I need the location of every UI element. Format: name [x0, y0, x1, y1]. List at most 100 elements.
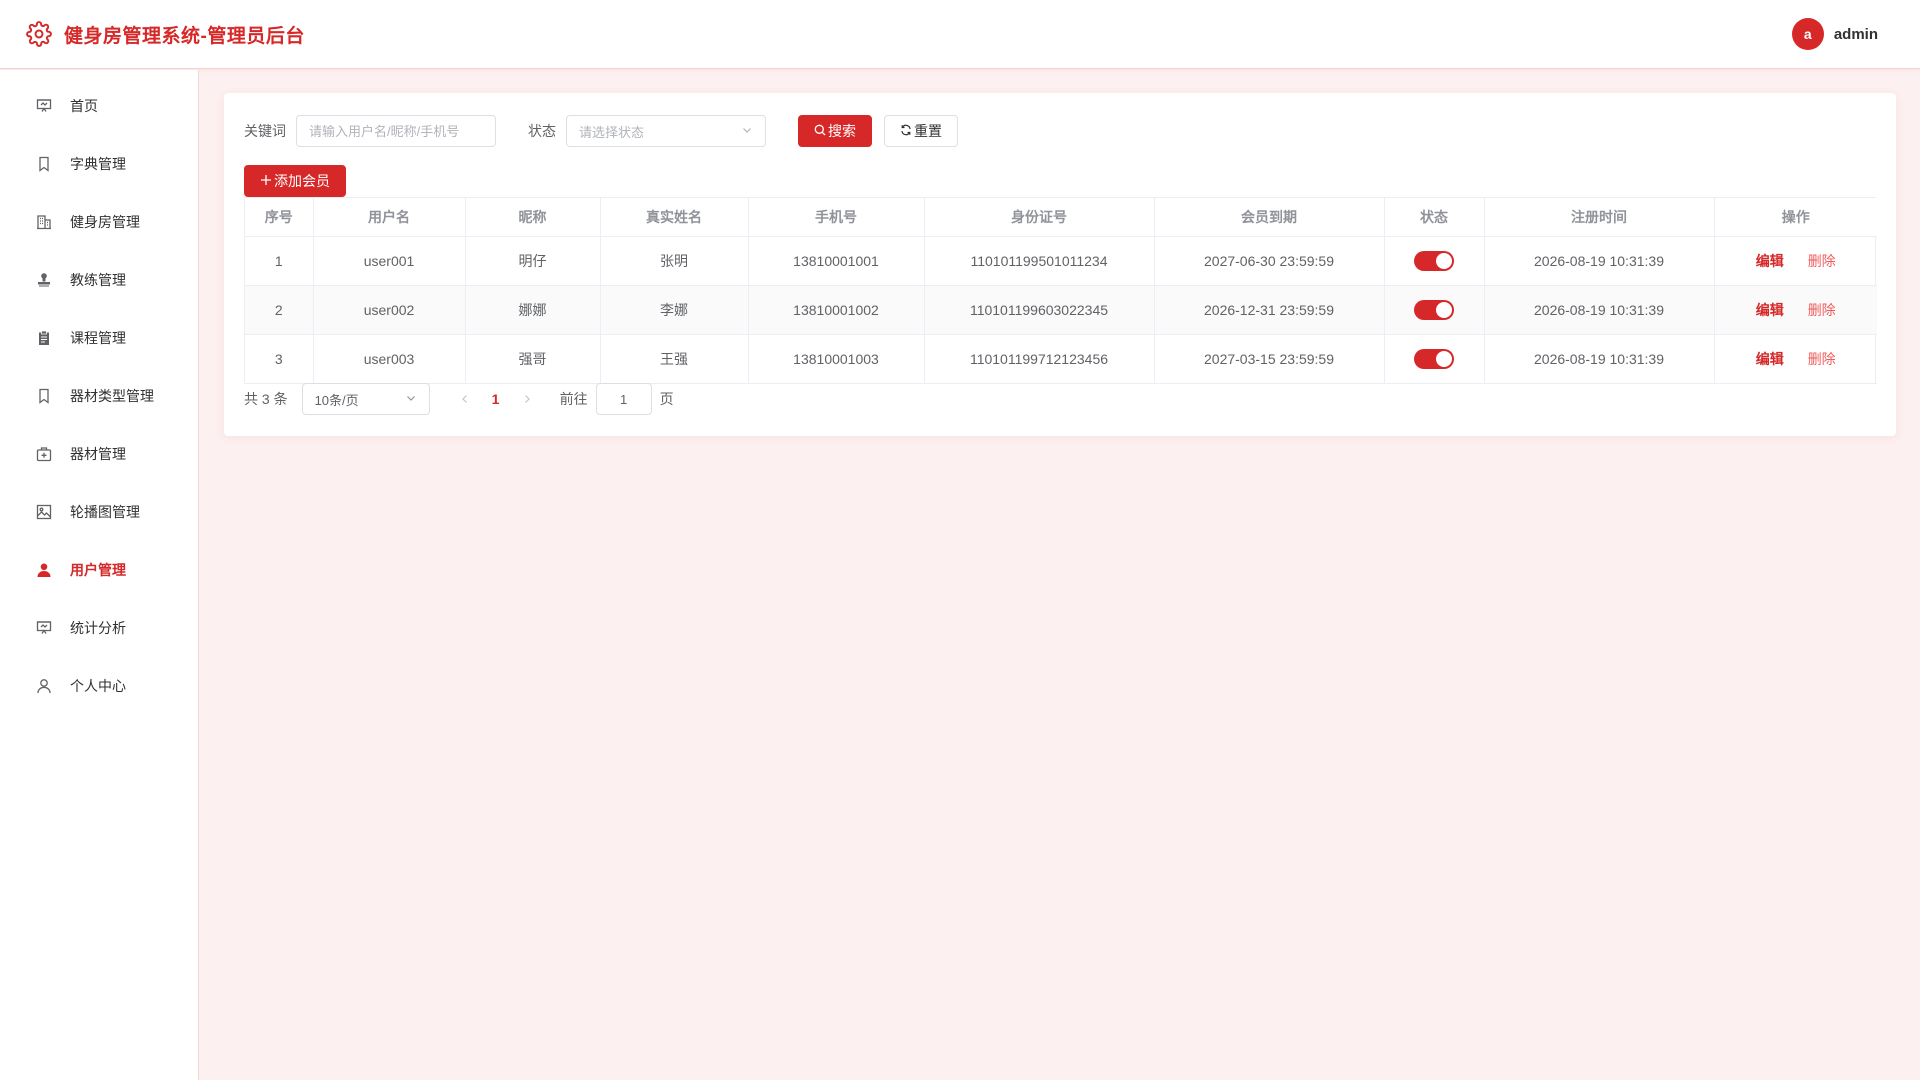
- picture-icon: [36, 504, 52, 520]
- top-header: 健身房管理系统-管理员后台 a admin: [0, 0, 1920, 69]
- username[interactable]: admin: [1834, 26, 1878, 43]
- keyword-input[interactable]: [296, 115, 496, 147]
- search-button-label: 搜索: [828, 123, 856, 139]
- status-select-placeholder: 请选择状态: [579, 124, 645, 140]
- cell-status: [1384, 236, 1485, 286]
- chevron-right-icon: [524, 395, 530, 403]
- sidebar-item-dictionary[interactable]: 字典管理: [0, 135, 198, 193]
- cell-username: user001: [313, 236, 466, 286]
- status-toggle[interactable]: [1414, 250, 1454, 271]
- next-page-button[interactable]: [512, 391, 542, 407]
- column-header: 序号: [245, 198, 314, 237]
- cell-nickname: 明仔: [465, 236, 601, 286]
- cell-actions: 编辑 删除: [1714, 334, 1877, 384]
- cell-phone: 13810001003: [748, 334, 925, 384]
- cell-nickname: 强哥: [465, 334, 601, 384]
- column-header: 昵称: [465, 198, 601, 237]
- reset-button[interactable]: 重置: [884, 115, 958, 147]
- presentation-icon: [36, 98, 52, 114]
- sidebar-item-label: 健身房管理: [70, 214, 140, 230]
- prev-page-button[interactable]: [450, 391, 480, 407]
- sidebar: 首页 字典管理 健身房管理 教练管理 课程管理 器材类型管理 器材管理 轮播图管…: [0, 70, 199, 1080]
- plus-icon: [260, 173, 272, 189]
- cell-phone: 13810001002: [748, 285, 925, 335]
- cell-expire: 2026-12-31 23:59:59: [1154, 285, 1385, 335]
- cell-index: 1: [245, 236, 314, 286]
- goto-label: 前往: [559, 391, 588, 407]
- cell-registered: 2026-08-19 10:31:39: [1484, 334, 1715, 384]
- cell-status: [1384, 334, 1485, 384]
- sidebar-item-statistics[interactable]: 统计分析: [0, 599, 198, 657]
- sidebar-item-courses[interactable]: 课程管理: [0, 309, 198, 367]
- page-number[interactable]: 1: [480, 391, 512, 407]
- members-table: 序号 用户名 昵称 真实姓名 手机号 身份证号 会员到期 状态 注册时间 操作 …: [244, 197, 1877, 384]
- user-filled-icon: [36, 562, 52, 578]
- delete-link[interactable]: 删除: [1808, 302, 1836, 318]
- cell-real-name: 李娜: [600, 285, 749, 335]
- avatar[interactable]: a: [1791, 18, 1824, 50]
- cell-actions: 编辑 删除: [1714, 236, 1877, 286]
- sidebar-item-home[interactable]: 首页: [0, 77, 198, 135]
- sidebar-item-label: 轮播图管理: [70, 504, 140, 520]
- toggle-knob: [1436, 350, 1452, 367]
- sidebar-item-label: 课程管理: [70, 330, 126, 346]
- bookmark-icon: [36, 156, 52, 172]
- bookmark-icon: [36, 388, 52, 404]
- column-header: 状态: [1384, 198, 1485, 237]
- refresh-icon: [900, 123, 912, 139]
- status-label: 状态: [528, 123, 556, 139]
- delete-link[interactable]: 删除: [1808, 351, 1836, 367]
- sidebar-item-label: 用户管理: [70, 562, 126, 578]
- cell-actions: 编辑 删除: [1714, 285, 1877, 335]
- cell-expire: 2027-03-15 23:59:59: [1154, 334, 1385, 384]
- stamp-icon: [36, 272, 52, 288]
- cell-status: [1384, 285, 1485, 335]
- toggle-knob: [1436, 252, 1452, 269]
- page-size-select[interactable]: 10条/页: [301, 383, 430, 415]
- sidebar-item-equipment[interactable]: 器材管理: [0, 425, 198, 483]
- cell-id-card: 110101199501011234: [924, 236, 1155, 286]
- add-member-button[interactable]: 添加会员: [244, 165, 346, 197]
- cell-id-card: 110101199712123456: [924, 334, 1155, 384]
- edit-link[interactable]: 编辑: [1756, 253, 1784, 269]
- sidebar-item-carousel[interactable]: 轮播图管理: [0, 483, 198, 541]
- building-icon: [36, 214, 52, 230]
- search-icon: [814, 123, 826, 139]
- sidebar-item-equipment-types[interactable]: 器材类型管理: [0, 367, 198, 425]
- clipboard-icon: [36, 330, 52, 346]
- pagination: 共 3 条 10条/页 1 前往 页: [244, 383, 674, 415]
- delete-link[interactable]: 删除: [1808, 253, 1836, 269]
- add-member-label: 添加会员: [274, 173, 330, 189]
- cell-registered: 2026-08-19 10:31:39: [1484, 285, 1715, 335]
- sidebar-item-label: 字典管理: [70, 156, 126, 172]
- status-select[interactable]: 请选择状态: [566, 115, 766, 147]
- table-row: 2 user002 娜娜 李娜 13810001002 110101199603…: [245, 285, 1877, 335]
- cell-registered: 2026-08-19 10:31:39: [1484, 236, 1715, 286]
- search-button[interactable]: 搜索: [798, 115, 872, 147]
- toggle-knob: [1436, 301, 1452, 318]
- sidebar-item-gyms[interactable]: 健身房管理: [0, 193, 198, 251]
- chevron-down-icon: [405, 392, 417, 407]
- status-toggle[interactable]: [1414, 299, 1454, 320]
- sidebar-item-label: 统计分析: [70, 620, 126, 636]
- sidebar-item-profile[interactable]: 个人中心: [0, 657, 198, 715]
- sidebar-item-label: 器材类型管理: [70, 388, 154, 404]
- page-suffix: 页: [659, 391, 674, 407]
- status-toggle[interactable]: [1414, 348, 1454, 369]
- cell-expire: 2027-06-30 23:59:59: [1154, 236, 1385, 286]
- sidebar-item-label: 首页: [70, 98, 98, 114]
- sidebar-item-users[interactable]: 用户管理: [0, 541, 198, 599]
- table-row: 3 user003 强哥 王强 13810001003 110101199712…: [245, 334, 1877, 384]
- edit-link[interactable]: 编辑: [1756, 302, 1784, 318]
- goto-page-input[interactable]: [595, 383, 652, 415]
- sidebar-item-coaches[interactable]: 教练管理: [0, 251, 198, 309]
- sidebar-item-label: 教练管理: [70, 272, 126, 288]
- column-header: 手机号: [748, 198, 925, 237]
- user-menu[interactable]: a admin: [1791, 18, 1878, 50]
- column-header: 身份证号: [924, 198, 1155, 237]
- table-row: 1 user001 明仔 张明 13810001001 110101199501…: [245, 236, 1877, 286]
- edit-link[interactable]: 编辑: [1756, 351, 1784, 367]
- first-aid-kit-icon: [36, 446, 52, 462]
- column-header: 用户名: [313, 198, 466, 237]
- app-title: 健身房管理系统-管理员后台: [64, 25, 305, 47]
